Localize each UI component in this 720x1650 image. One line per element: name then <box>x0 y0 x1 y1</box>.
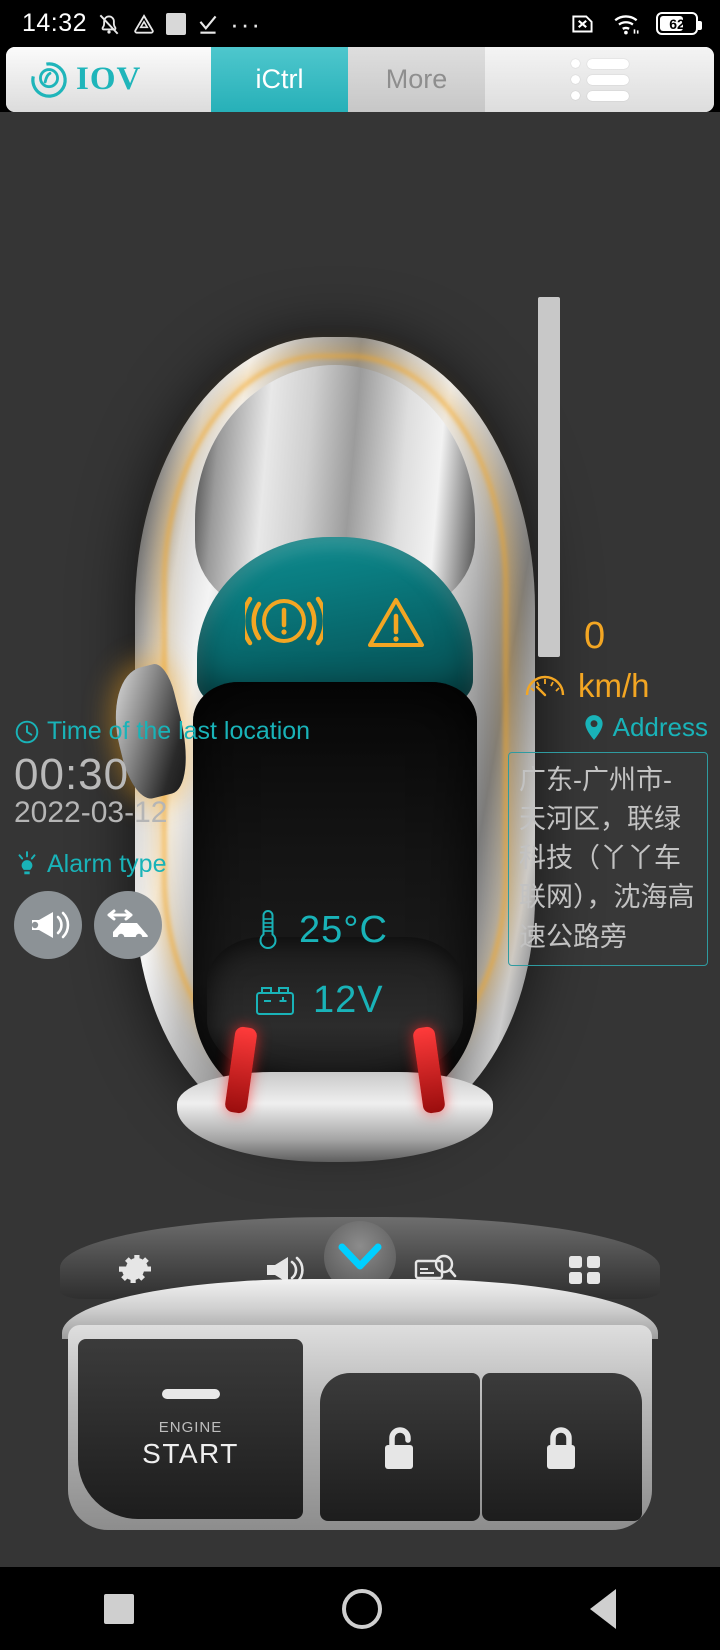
battery-percent: 62 <box>669 15 685 32</box>
status-bar-right: 62 <box>568 11 702 37</box>
alarm-chip-vehicle-move[interactable] <box>94 891 162 959</box>
address-title-row: Address <box>508 712 708 743</box>
app-nav-bar: IOV iCtrl More <box>6 47 714 112</box>
status-time: 14:32 <box>22 9 88 37</box>
brand-name: IOV <box>76 61 142 97</box>
wifi-icon <box>614 14 639 34</box>
status-bar: 14:32 ··· 62 <box>0 0 720 47</box>
iov-logo-icon <box>31 61 67 98</box>
speed-value: 0 <box>584 615 606 657</box>
alarm-icon-list <box>14 891 314 959</box>
console-button-grid[interactable] <box>542 1251 628 1289</box>
console-button-settings[interactable] <box>92 1249 178 1289</box>
lock-icon <box>547 1427 575 1469</box>
tire-pressure-warning-icon[interactable] <box>245 592 323 654</box>
speed-unit-row: km/h <box>524 667 650 705</box>
sim-off-icon <box>572 15 593 32</box>
general-warning-icon[interactable] <box>367 596 425 650</box>
check-task-icon <box>199 15 217 34</box>
location-time: 00:30 <box>14 750 130 799</box>
alarm-title-row: Alarm type <box>14 850 314 879</box>
alarm-title: Alarm type <box>47 850 167 878</box>
android-nav-bar <box>0 1567 720 1650</box>
address-value[interactable]: 广东-广州市-天河区，联绿科技（丫丫车联网），沈海高速公路旁 <box>508 752 708 966</box>
unlock-icon <box>385 1427 413 1469</box>
siren-horn-icon <box>31 911 70 939</box>
status-bar-left: 14:32 ··· <box>22 9 568 38</box>
vehicle-tow-move-icon <box>107 909 148 941</box>
clock-icon <box>15 720 39 743</box>
location-pin-icon <box>584 714 603 740</box>
engine-start-button[interactable]: ENGINE START <box>78 1339 303 1519</box>
bulb-alert-icon <box>18 850 36 874</box>
settings-gear-icon <box>119 1255 151 1283</box>
hamburger-list-icon <box>570 58 629 101</box>
address-title: Address <box>612 712 708 742</box>
engine-sub-label: ENGINE <box>158 1418 223 1436</box>
speedometer-icon <box>525 675 565 697</box>
tab-more[interactable]: More <box>348 47 485 112</box>
location-title-row: Time of the last location <box>14 717 314 746</box>
address-panel: Address 广东-广州市-天河区，联绿科技（丫丫车联网），沈海高速公路旁 <box>508 712 708 966</box>
triangle-drive-icon <box>134 13 154 34</box>
location-title: Time of the last location <box>47 717 311 745</box>
console-body-panel: ENGINE START <box>68 1325 652 1530</box>
engine-main-label: START <box>142 1437 239 1469</box>
main-stage: 25°C 12V 0 km/h Time of the last locatio… <box>0 112 720 1567</box>
battery-icon: 62 <box>656 12 702 35</box>
car-battery-icon <box>256 986 294 1015</box>
speed-gauge-track <box>538 297 560 657</box>
alarm-chip-siren[interactable] <box>14 891 82 959</box>
square-app-icon <box>166 12 187 35</box>
triangle-back-icon[interactable] <box>590 1588 616 1629</box>
voltage-value: 12V <box>313 979 384 1021</box>
circle-home-icon[interactable] <box>342 1588 382 1629</box>
square-recent-icon[interactable] <box>104 1593 134 1624</box>
tab-ictrl[interactable]: iCtrl <box>211 47 348 112</box>
voltage-readout: 12V <box>255 979 475 1022</box>
warning-indicator-row <box>197 592 473 654</box>
speed-unit: km/h <box>578 667 650 704</box>
car-trunk <box>177 1072 493 1162</box>
lock-button[interactable] <box>482 1373 642 1521</box>
menu-button[interactable] <box>485 47 714 112</box>
unlock-button[interactable] <box>320 1373 480 1521</box>
location-date: 2022-03-12 <box>14 796 168 829</box>
grid-apps-icon <box>569 1256 600 1284</box>
location-info-panel: Time of the last location 00:30 2022-03-… <box>14 717 314 959</box>
chevron-down-icon <box>338 1243 382 1270</box>
brand-logo[interactable]: IOV <box>6 47 211 112</box>
more-dots-icon: ··· <box>230 8 263 39</box>
dash-line-icon <box>161 1388 220 1399</box>
control-console: ENGINE START <box>0 1217 720 1567</box>
bell-muted-icon <box>99 14 119 34</box>
